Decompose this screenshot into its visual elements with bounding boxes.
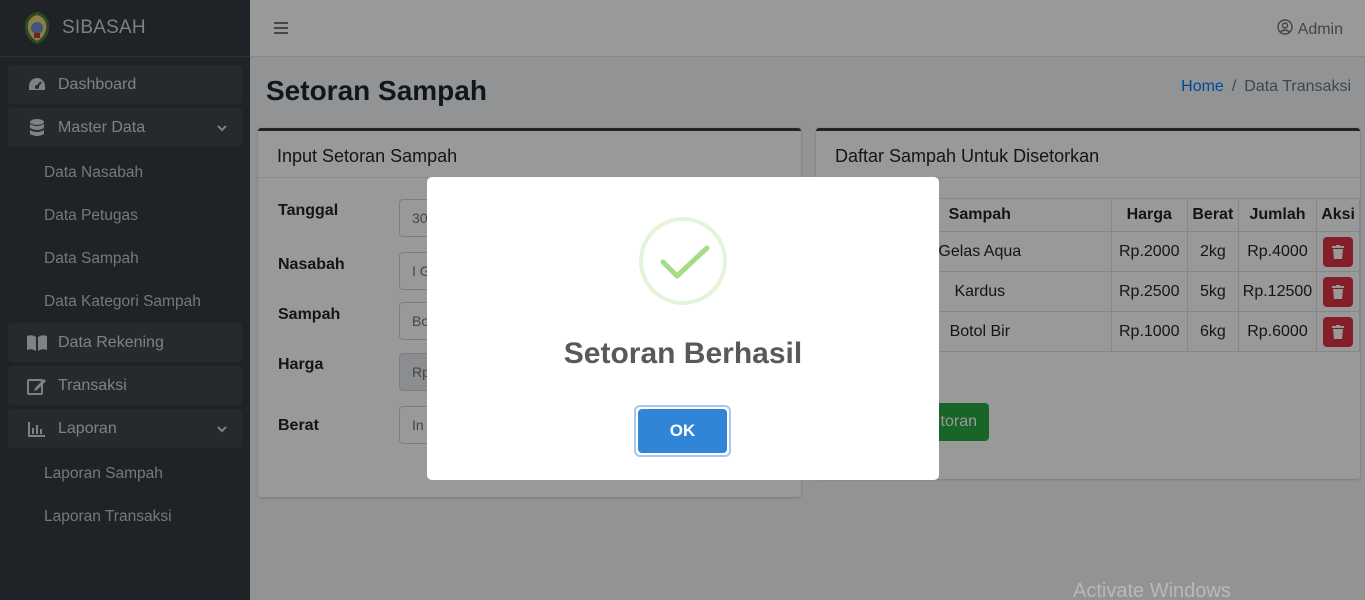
activate-windows-watermark: Activate Windows — [1073, 580, 1231, 600]
ok-button-focus-ring[interactable]: OK — [634, 405, 731, 457]
ok-button[interactable]: OK — [638, 409, 727, 453]
success-dialog: Setoran Berhasil OK — [427, 177, 939, 480]
dialog-title: Setoran Berhasil — [563, 337, 803, 370]
checkmark-icon — [639, 217, 727, 305]
